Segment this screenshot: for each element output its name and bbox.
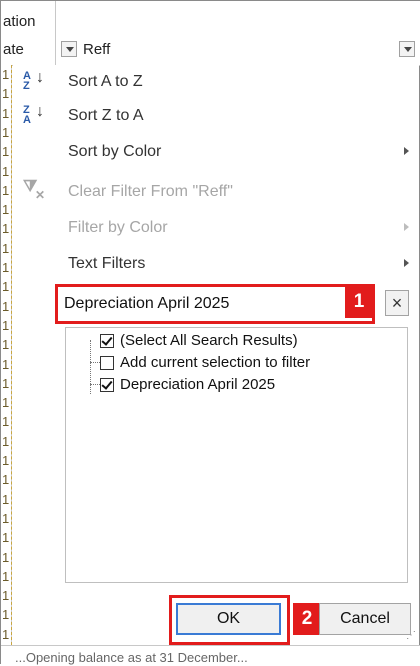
row-marker: 1 (2, 86, 10, 102)
row-marker: 1 (2, 375, 10, 391)
row-marker: 1 (2, 530, 10, 546)
checkbox-checked[interactable] (100, 378, 114, 392)
row-marker: 1 (2, 549, 10, 565)
row-marker: 1 (2, 298, 10, 314)
menu-item-label: Clear Filter From "Reff" (68, 183, 233, 200)
sort-ascending-icon: A Z ↓ (23, 69, 44, 92)
annotation-badge-2: 2 (293, 603, 321, 635)
row-marker: 1 (2, 260, 10, 275)
submenu-arrow-icon (404, 223, 409, 231)
column-header-left-line1: ation (3, 13, 36, 30)
row-marker: 1 (2, 395, 10, 411)
menu-item-label: Sort A to Z (68, 73, 143, 90)
row-marker: 1 (2, 472, 10, 488)
row-marker: 1 (2, 337, 10, 353)
column-header-row: ation ate Reff (1, 1, 420, 66)
row-marker: 1 (2, 279, 10, 295)
row-marker: 1 (2, 317, 10, 333)
row-marker: 1 (2, 240, 10, 256)
sort-descending-icon: Z A ↓ (23, 103, 44, 126)
tree-line (90, 340, 91, 394)
search-box[interactable] (55, 284, 375, 324)
row-marker: 1 (2, 144, 10, 160)
row-marker: 1 (2, 356, 10, 372)
clear-search-button[interactable]: × (385, 290, 409, 316)
filter-values-list: (Select All Search Results) Add current … (65, 327, 408, 583)
row-marker: 1 (2, 414, 10, 430)
row-marker: 1 (2, 491, 10, 507)
annotation-badge-1: 1 (345, 286, 373, 318)
sheet-bottom-text: ...Opening balance as at 31 December... (15, 650, 248, 665)
menu-item-label: Sort by Color (68, 143, 162, 160)
checkbox-checked[interactable] (100, 334, 114, 348)
row-marker: 1 (2, 202, 10, 218)
row-marker: 1 (2, 568, 10, 584)
tree-line (90, 362, 100, 363)
cancel-button[interactable]: Cancel (319, 603, 411, 635)
menu-item-sort-z-to-a[interactable]: Z A ↓ Sort Z to A (13, 99, 419, 133)
ok-button[interactable]: OK (176, 603, 281, 635)
row-marker: 1 (2, 588, 10, 604)
menu-item-label: Text Filters (68, 255, 146, 272)
menu-item-sort-by-color[interactable]: Sort by Color (13, 135, 419, 169)
row-marker: 1 (2, 105, 10, 121)
search-input[interactable] (64, 292, 324, 316)
menu-item-label: Filter by Color (68, 219, 168, 236)
row-marker: 1 (2, 67, 10, 82)
row-marker: 1 (2, 510, 10, 526)
submenu-arrow-icon (404, 147, 409, 155)
row-marker: 1 (2, 124, 10, 140)
sheet-bottom-row: ...Opening balance as at 31 December... (1, 645, 420, 666)
row-marker: 1 (2, 626, 10, 642)
tree-line (90, 384, 100, 385)
row-marker: 1 (2, 607, 10, 623)
row-marker: 1 (2, 163, 10, 179)
reff-filter-dropdown-icon[interactable] (399, 41, 415, 57)
menu-item-filter-by-color: Filter by Color (13, 211, 419, 245)
menu-item-text-filters[interactable]: Text Filters (13, 247, 419, 281)
column-header-reff: Reff (83, 41, 111, 58)
row-marker: 1 (2, 182, 10, 198)
submenu-arrow-icon (404, 259, 409, 267)
row-marker: 1 (2, 221, 10, 237)
row-marker: 1 (2, 433, 10, 449)
menu-item-label: Sort Z to A (68, 107, 144, 124)
filter-dropdown-icon[interactable] (61, 41, 77, 57)
resize-grip-icon[interactable]: ⋰ (406, 630, 416, 641)
checkbox-unchecked[interactable] (100, 356, 114, 370)
column-divider (55, 1, 56, 65)
column-header-left-line2: ate (3, 41, 24, 58)
menu-item-sort-a-to-z[interactable]: A Z ↓ Sort A to Z (13, 65, 419, 99)
clear-filter-icon: ⧩ ✕ (23, 178, 46, 203)
menu-item-clear-filter: ⧩ ✕ Clear Filter From "Reff" (13, 175, 419, 209)
row-marker: 1 (2, 453, 10, 468)
autofilter-dropdown-window: ation ate Reff 1 1 1 1 1 1 1 1 1 1 1 1 1 1 1 1 1 1 1 1 1 1 1 1 1… (0, 0, 420, 666)
